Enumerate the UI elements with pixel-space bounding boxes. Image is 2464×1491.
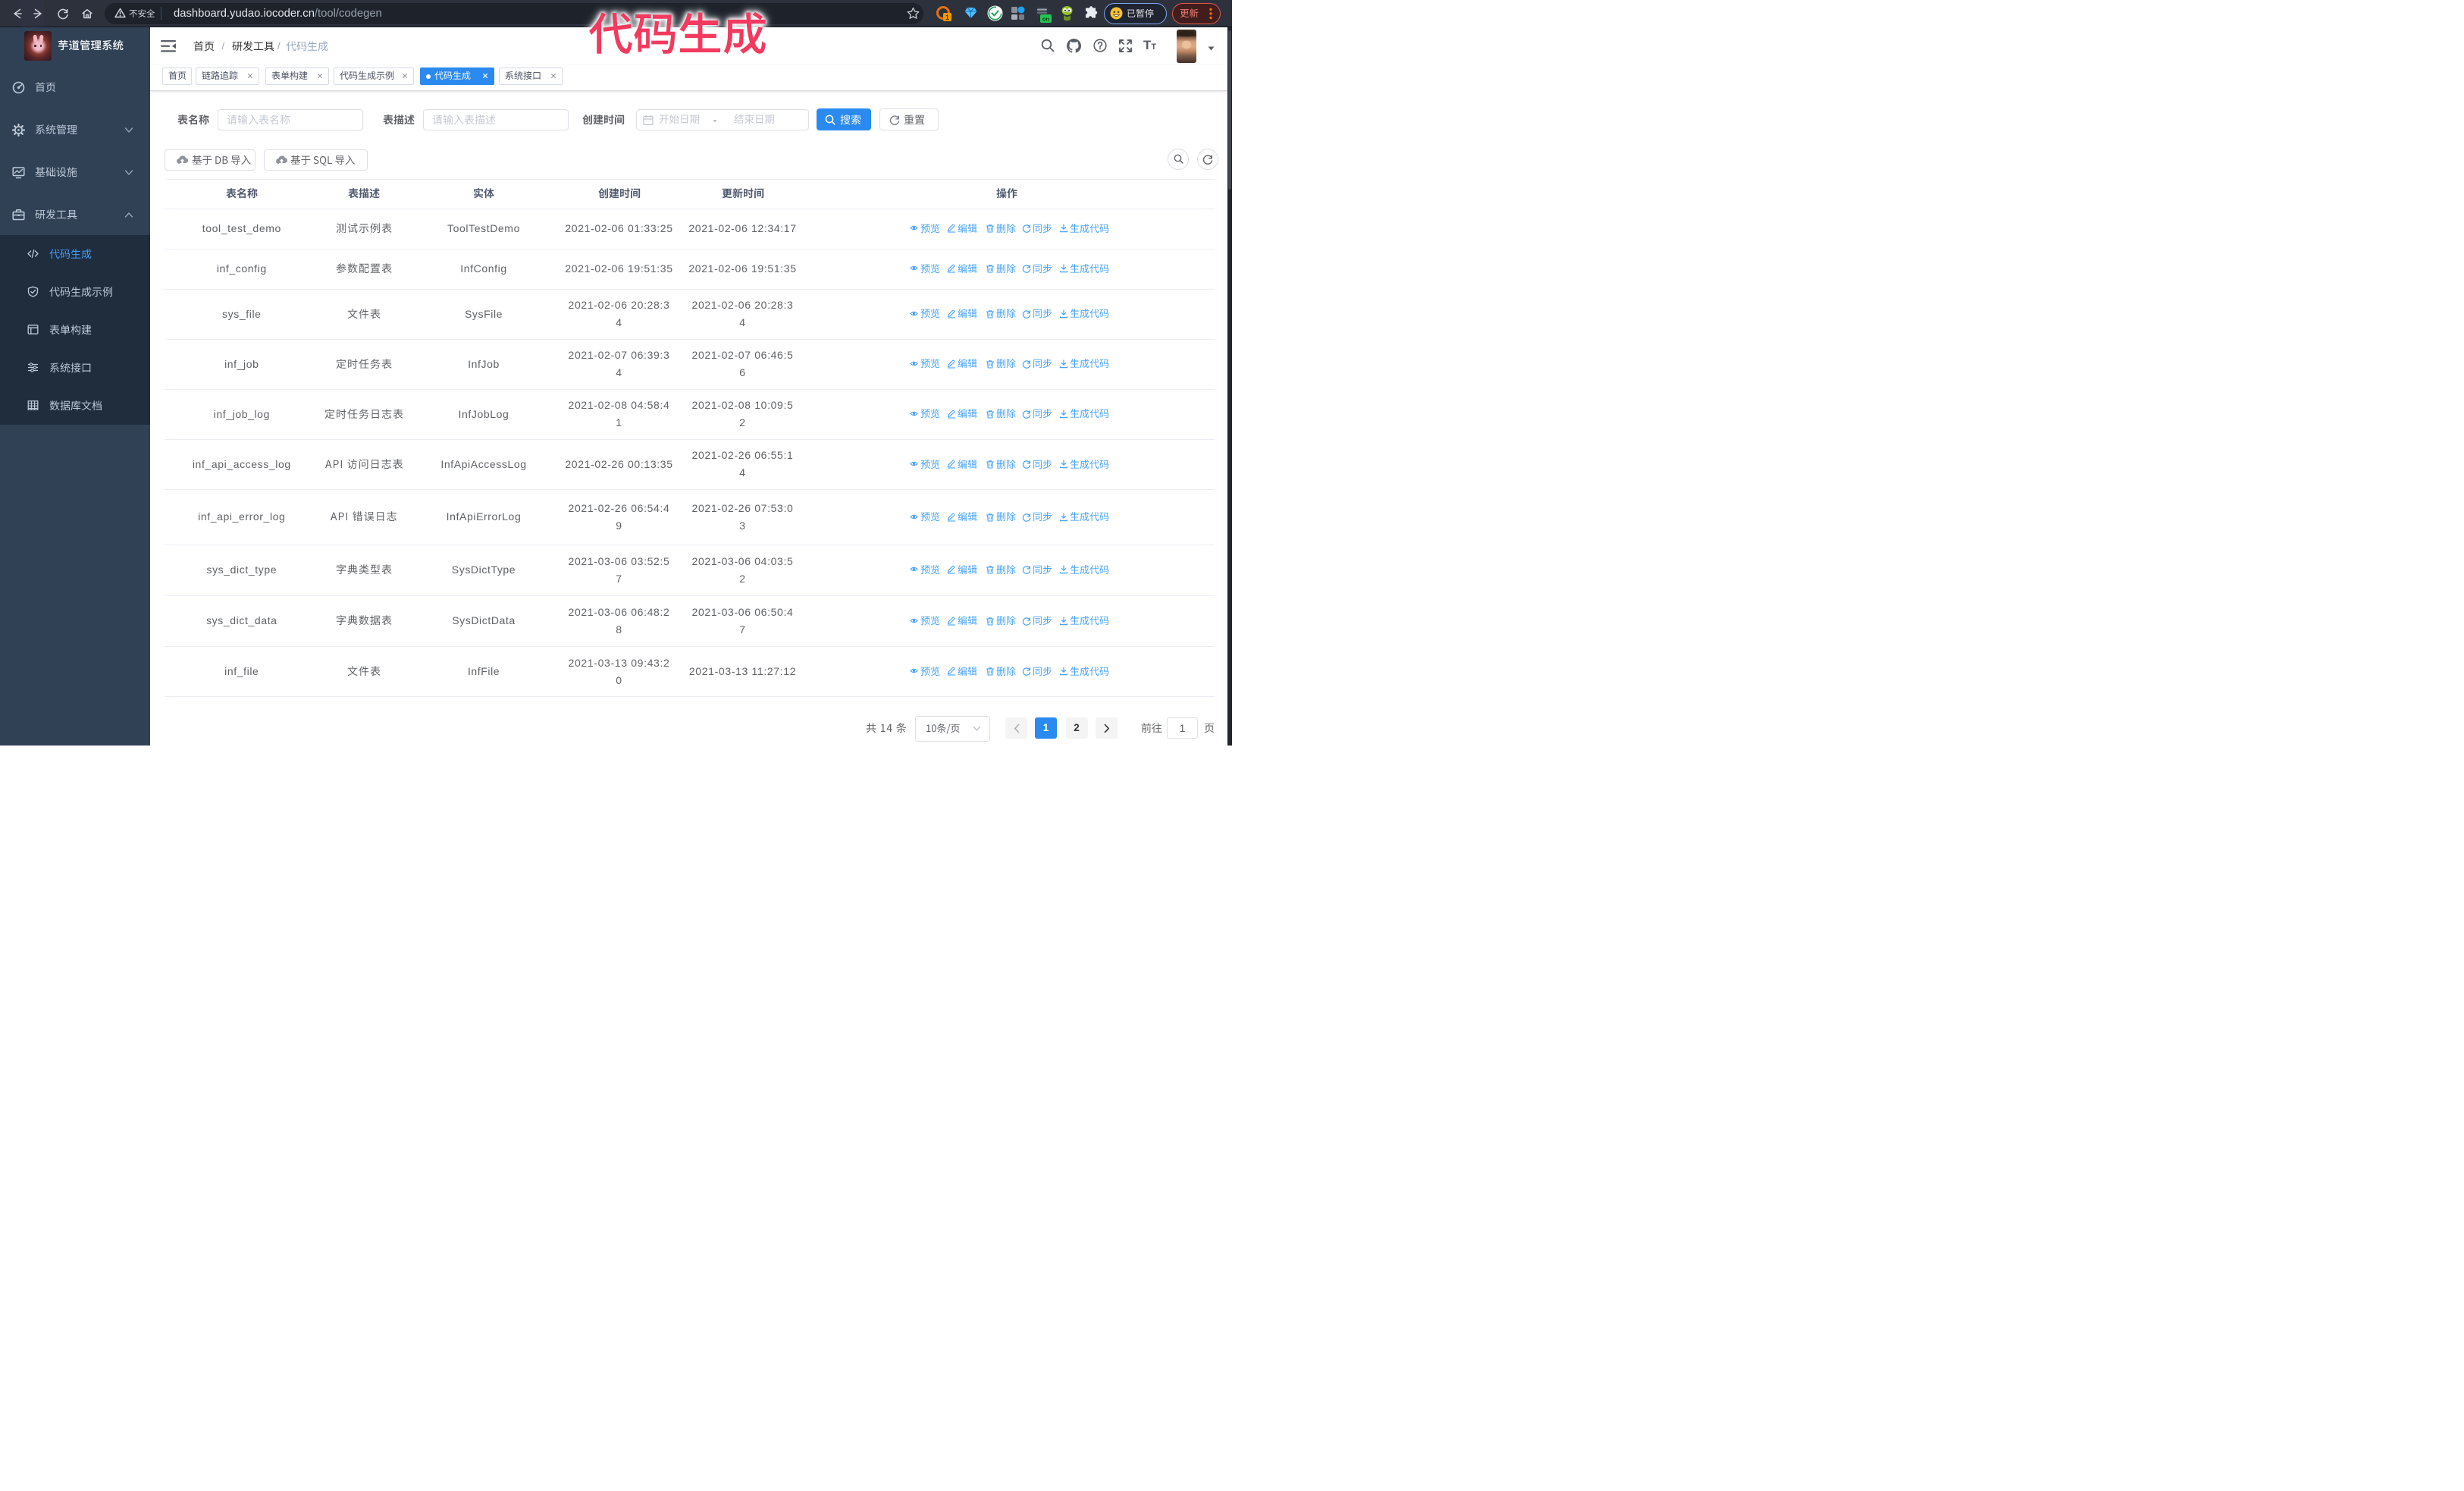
- svg-text:on: on: [1042, 16, 1050, 23]
- svg-text:1: 1: [945, 14, 949, 21]
